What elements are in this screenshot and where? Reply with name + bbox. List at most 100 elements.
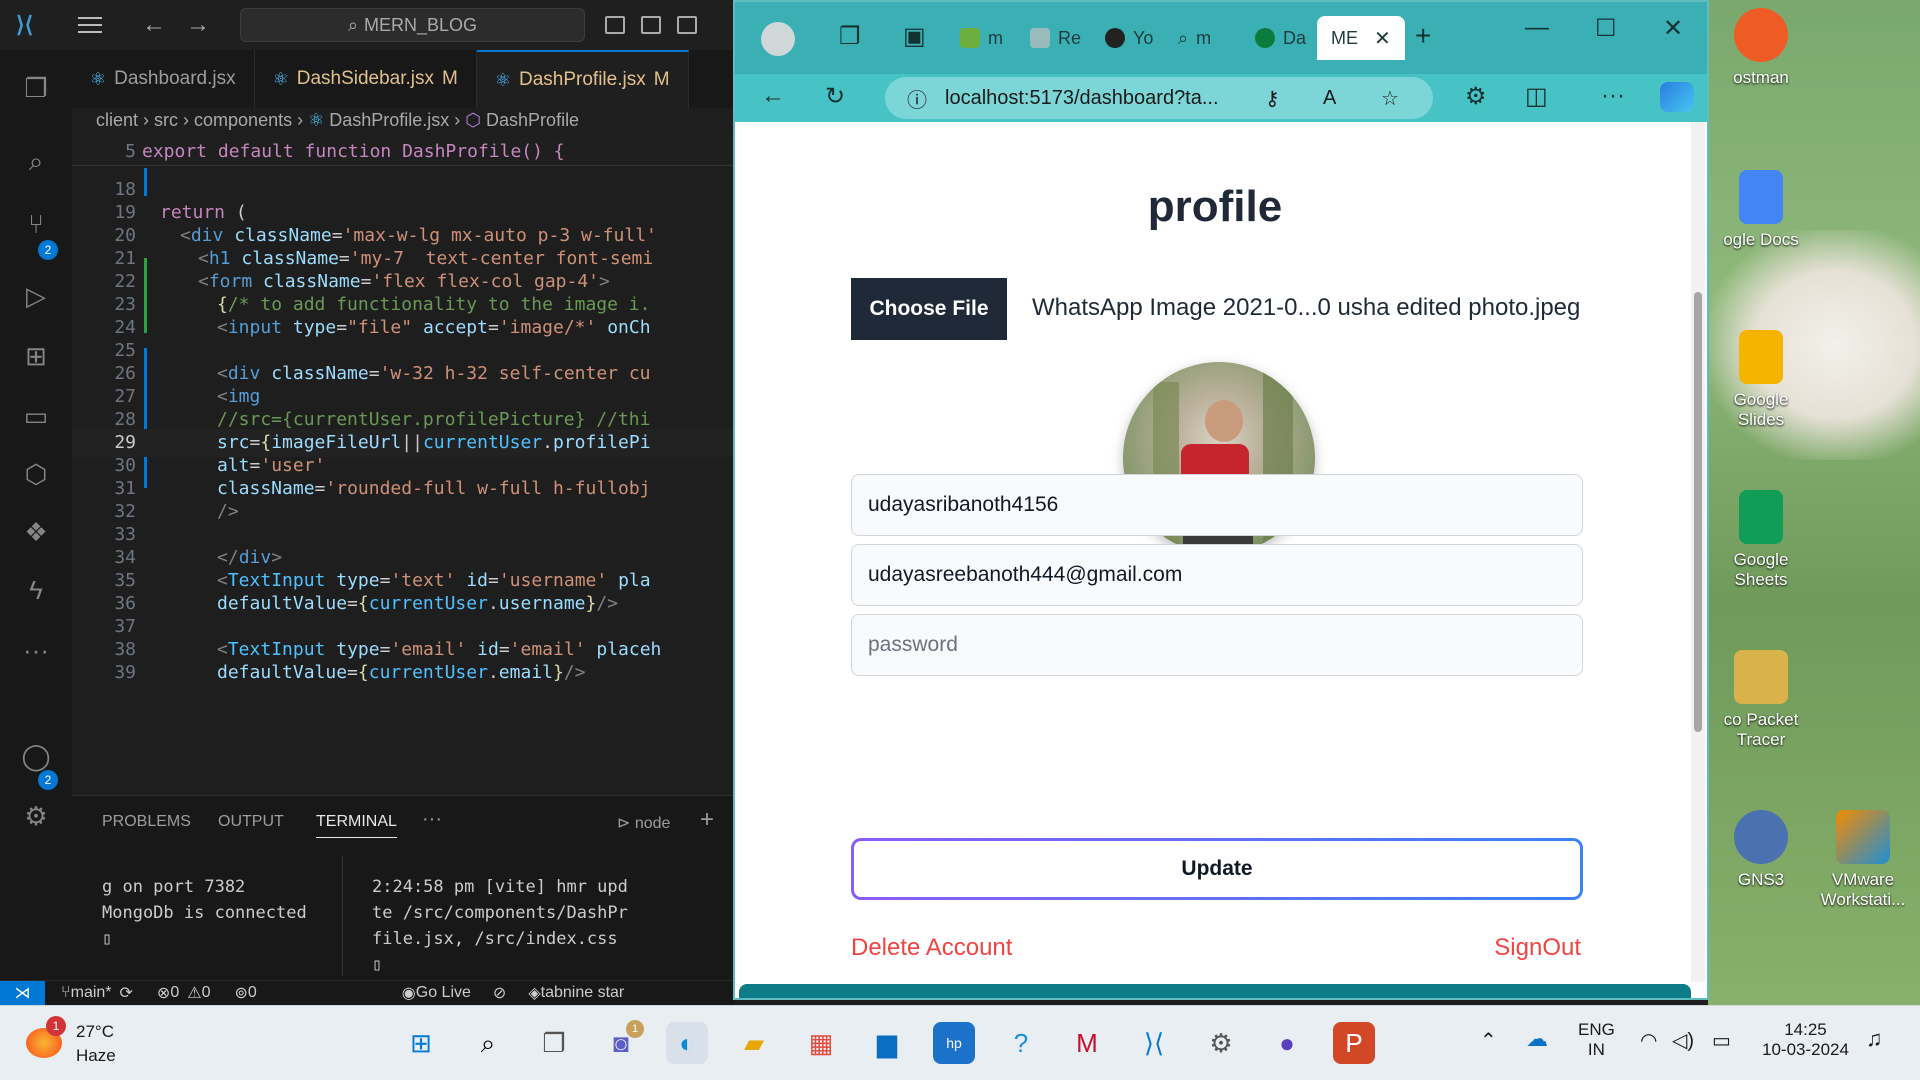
split-screen-icon[interactable]: ◫ xyxy=(1525,82,1548,111)
bell-slash-icon[interactable]: ⊘ xyxy=(493,983,506,1003)
toggle-secondary-sidebar-icon[interactable] xyxy=(677,16,697,34)
testing-icon[interactable]: ⬡ xyxy=(20,458,52,490)
workspaces-icon[interactable]: ❐ xyxy=(839,22,861,51)
explorer-icon[interactable]: ❐ xyxy=(20,72,52,104)
desktop-icon-packet-tracer[interactable]: co Packet Tracer xyxy=(1706,650,1816,750)
browser-tab-4[interactable]: ⌕ m xyxy=(1178,16,1211,60)
edge-icon[interactable]: ◐ xyxy=(666,1022,708,1064)
more-icon[interactable]: ··· xyxy=(20,634,52,666)
task-view-icon[interactable]: ❐ xyxy=(533,1022,575,1064)
search-icon[interactable]: ⌕ xyxy=(20,145,52,177)
new-tab-icon[interactable]: + xyxy=(1415,20,1431,52)
menu-icon[interactable] xyxy=(78,17,102,33)
tab-dashprofile[interactable]: ⚛ DashProfile.jsx M xyxy=(476,50,689,108)
extensions-icon[interactable]: ⚙ xyxy=(1465,82,1487,111)
breadcrumb-file[interactable]: DashProfile.jsx xyxy=(329,110,449,130)
desktop-icon-postman[interactable]: ostman xyxy=(1706,8,1816,88)
terminal-left[interactable]: g on port 7382 MongoDb is connected ▯ xyxy=(102,874,307,952)
favorite-star-icon[interactable]: ☆ xyxy=(1381,86,1399,111)
help-icon[interactable]: ? xyxy=(1000,1022,1042,1064)
tab-actions-icon[interactable]: ▣ xyxy=(903,22,926,51)
settings-icon[interactable]: ⚙ xyxy=(1200,1022,1242,1064)
panel-more-icon[interactable]: ··· xyxy=(422,808,442,831)
command-center-search[interactable]: ⌕ MERN_BLOG xyxy=(240,8,585,42)
code-editor[interactable]: 18 19 return ( 20 <div className='max-w-lg… xyxy=(72,168,735,793)
search-icon[interactable]: ⌕ xyxy=(467,1022,509,1064)
ports-count[interactable]: 0 xyxy=(248,984,257,1002)
accounts-icon[interactable]: ◯ xyxy=(20,740,52,772)
sync-icon[interactable]: ⟳ xyxy=(120,983,133,1003)
browser-tab-5[interactable]: Da xyxy=(1255,16,1306,60)
show-hidden-icons[interactable]: ⌃ xyxy=(1480,1028,1497,1053)
close-window-icon[interactable]: ✕ xyxy=(1663,14,1683,43)
tab-output[interactable]: OUTPUT xyxy=(218,813,284,831)
python-icon[interactable]: ❖ xyxy=(20,516,52,548)
toggle-sidebar-icon[interactable] xyxy=(605,16,625,34)
desktop-icon-google-slides[interactable]: Google Slides xyxy=(1706,330,1816,430)
password-input[interactable] xyxy=(851,614,1583,676)
terminal-right[interactable]: 2:24:58 pm [vite] hmr upd te /src/compone… xyxy=(372,874,628,978)
branch-name[interactable]: main* xyxy=(71,984,112,1002)
profile-avatar-icon[interactable] xyxy=(761,22,795,56)
maximize-icon[interactable]: ☐ xyxy=(1595,14,1617,43)
terminal-selector[interactable]: ⊳ node xyxy=(617,813,670,833)
scrollbar-thumb[interactable] xyxy=(1694,292,1702,732)
forward-arrow-icon[interactable]: → xyxy=(186,11,210,39)
breadcrumb-client[interactable]: client xyxy=(96,110,138,130)
choose-file-button[interactable]: Choose File xyxy=(851,278,1007,340)
myhp-icon[interactable]: hp xyxy=(933,1022,975,1064)
clock[interactable]: 14:25 10-03-2024 xyxy=(1762,1020,1849,1060)
username-input[interactable] xyxy=(851,474,1583,536)
tab-terminal[interactable]: TERMINAL xyxy=(316,813,397,838)
onedrive-icon[interactable]: ☁ xyxy=(1526,1026,1548,1052)
vscode-taskbar-icon[interactable]: ⟩⟨ xyxy=(1133,1022,1175,1064)
tab-dashsidebar[interactable]: ⚛ DashSidebar.jsx M xyxy=(255,50,477,108)
tabnine-status[interactable]: tabnine star xyxy=(541,984,625,1002)
extensions-icon[interactable]: ⊞ xyxy=(20,340,52,372)
address-bar[interactable]: ⓘ localhost:5173/dashboard?ta... ⚷ A ☆ xyxy=(885,77,1433,119)
run-debug-icon[interactable]: ▷ xyxy=(20,280,52,312)
powerpoint-icon[interactable]: P xyxy=(1333,1022,1375,1064)
email-input[interactable] xyxy=(851,544,1583,606)
more-options-icon[interactable]: ··· xyxy=(1601,82,1625,110)
battery-icon[interactable]: ▭ xyxy=(1712,1028,1731,1053)
back-icon[interactable]: ← xyxy=(761,82,785,110)
breadcrumb-src[interactable]: src xyxy=(154,110,178,130)
settings-gear-icon[interactable]: ⚙ xyxy=(20,800,52,832)
tab-problems[interactable]: PROBLEMS xyxy=(102,813,191,831)
notification-bell-icon[interactable]: ♫ xyxy=(1866,1026,1883,1052)
delete-account-link[interactable]: Delete Account xyxy=(851,934,1012,962)
microsoft-store-icon[interactable]: ▦ xyxy=(800,1022,842,1064)
update-button[interactable]: Update xyxy=(851,838,1583,900)
eclipse-icon[interactable]: ● xyxy=(1266,1022,1308,1064)
warnings-count[interactable]: 0 xyxy=(202,984,211,1002)
password-key-icon[interactable]: ⚷ xyxy=(1265,86,1280,111)
tab-dashboard[interactable]: ⚛ Dashboard.jsx xyxy=(72,50,255,108)
device-icon[interactable]: ▆ xyxy=(866,1022,908,1064)
file-explorer-icon[interactable]: ▰ xyxy=(733,1022,775,1064)
remote-explorer-icon[interactable]: ▭ xyxy=(20,400,52,432)
copilot-icon[interactable] xyxy=(1660,82,1694,112)
desktop-icon-google-sheets[interactable]: Google Sheets xyxy=(1706,490,1816,590)
breadcrumb-components[interactable]: components xyxy=(194,110,292,130)
mcafee-icon[interactable]: M xyxy=(1066,1022,1108,1064)
remote-indicator-icon[interactable]: ⋊ xyxy=(0,980,45,1006)
minimize-icon[interactable]: — xyxy=(1525,14,1549,42)
browser-tab-3[interactable]: Yo xyxy=(1105,16,1153,60)
desktop-icon-vmware[interactable]: VMware Workstati... xyxy=(1808,810,1918,910)
back-arrow-icon[interactable]: ← xyxy=(142,11,166,39)
wifi-icon[interactable]: ◠ xyxy=(1640,1028,1657,1053)
browser-tab-2[interactable]: Re xyxy=(1030,16,1081,60)
start-windows-icon[interactable]: ⊞ xyxy=(400,1022,442,1064)
desktop-icon-gns3[interactable]: GNS3 xyxy=(1706,810,1816,890)
info-icon[interactable]: ⓘ xyxy=(907,84,927,113)
language-indicator[interactable]: ENG IN xyxy=(1578,1020,1615,1060)
toggle-panel-icon[interactable] xyxy=(641,16,661,34)
read-aloud-icon[interactable]: A xyxy=(1323,87,1336,110)
volume-icon[interactable]: ◁) xyxy=(1672,1028,1694,1053)
close-tab-icon[interactable]: ✕ xyxy=(1374,26,1391,51)
browser-tab-1[interactable]: m xyxy=(960,16,1003,60)
thunder-icon[interactable]: ϟ xyxy=(20,574,52,606)
weather-temp[interactable]: 27°C xyxy=(76,1022,114,1042)
signout-link[interactable]: SignOut xyxy=(1494,934,1581,962)
